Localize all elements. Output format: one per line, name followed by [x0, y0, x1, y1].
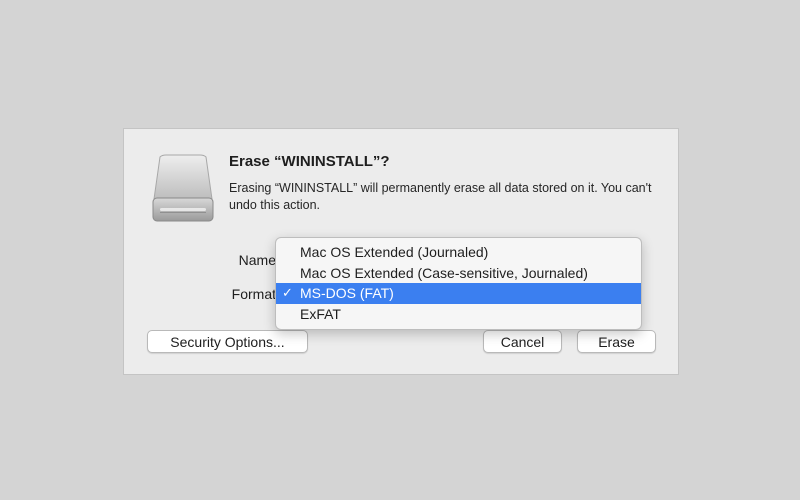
format-option-mac-os-extended-journaled[interactable]: Mac OS Extended (Journaled) — [276, 242, 641, 263]
format-option-mac-os-extended-case-sensitive[interactable]: Mac OS Extended (Case-sensitive, Journal… — [276, 263, 641, 284]
erase-button[interactable]: Erase — [577, 330, 656, 353]
format-option-ms-dos-fat[interactable]: ✓ MS-DOS (FAT) — [276, 283, 641, 304]
format-option-exfat[interactable]: ExFAT — [276, 304, 641, 325]
dialog-message: Erasing “WININSTALL” will permanently er… — [229, 181, 652, 212]
menu-item-label: MS-DOS (FAT) — [300, 285, 394, 301]
security-options-button[interactable]: Security Options... — [147, 330, 308, 353]
format-label: Format — [231, 286, 276, 302]
cancel-button[interactable]: Cancel — [483, 330, 562, 353]
format-dropdown-menu: Mac OS Extended (Journaled) Mac OS Exten… — [275, 237, 642, 330]
external-drive-icon — [152, 154, 214, 222]
menu-item-label: Mac OS Extended (Case-sensitive, Journal… — [300, 264, 588, 281]
name-label: Name — [238, 252, 276, 268]
menu-item-label: ExFAT — [300, 305, 341, 322]
checkmark-icon: ✓ — [282, 285, 293, 300]
erase-dialog: Erase “WININSTALL”? Erasing “WININSTALL”… — [123, 128, 679, 375]
dialog-title: Erase “WININSTALL”? — [229, 153, 390, 170]
menu-item-label: Mac OS Extended (Journaled) — [300, 244, 489, 260]
